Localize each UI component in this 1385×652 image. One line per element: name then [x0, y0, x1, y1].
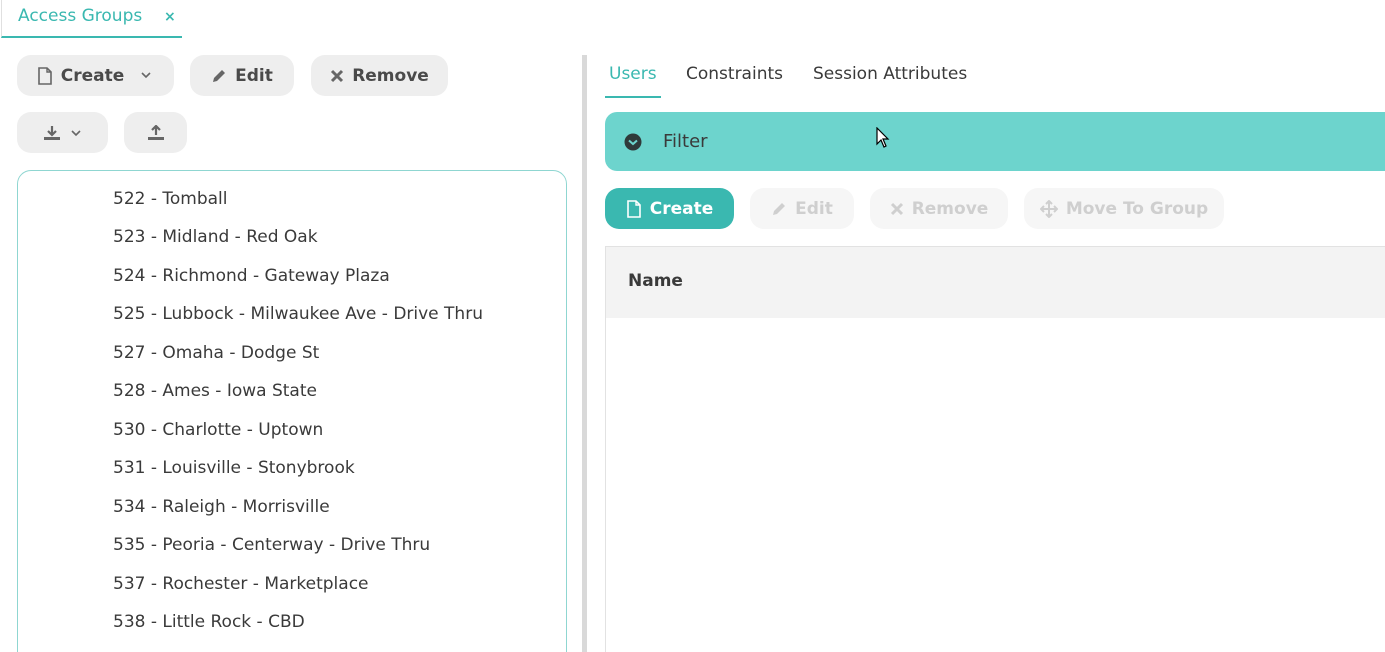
list-item[interactable]: 535 - Peoria - Centerway - Drive Thru: [113, 535, 430, 555]
download-dropdown-button[interactable]: [17, 112, 108, 153]
pencil-icon: [213, 69, 226, 82]
list-item[interactable]: 522 - Tomball: [113, 189, 228, 209]
file-icon: [626, 199, 641, 218]
list-item[interactable]: 523 - Midland - Red Oak: [113, 227, 318, 247]
move-arrows-icon: [1039, 199, 1058, 218]
remove-user-label: Remove: [911, 198, 989, 219]
edit-button[interactable]: Edit: [190, 55, 294, 96]
tab-constraints[interactable]: Constraints: [686, 64, 783, 84]
edit-user-button[interactable]: Edit: [750, 188, 854, 229]
upload-button[interactable]: [124, 112, 187, 153]
list-item[interactable]: 534 - Raleigh - Morrisville: [113, 497, 330, 517]
panel-splitter[interactable]: [582, 55, 587, 652]
remove-button[interactable]: Remove: [311, 55, 448, 96]
access-group-list[interactable]: 522 - Tomball 523 - Midland - Red Oak 52…: [17, 170, 567, 652]
pencil-icon: [773, 202, 786, 215]
create-button-label: Create: [60, 65, 125, 86]
list-item[interactable]: 527 - Omaha - Dodge St: [113, 343, 319, 363]
tab-access-groups[interactable]: Access Groups ×: [1, 0, 182, 38]
move-to-group-button[interactable]: Move To Group: [1024, 188, 1224, 229]
create-user-button[interactable]: Create: [605, 188, 734, 229]
tab-access-groups-label: Access Groups: [18, 6, 143, 26]
download-icon: [43, 125, 60, 140]
edit-user-label: Edit: [795, 198, 833, 219]
chevron-down-icon: [141, 71, 151, 78]
list-item[interactable]: 524 - Richmond - Gateway Plaza: [113, 266, 390, 286]
grid-header: Name: [606, 247, 1385, 318]
list-item[interactable]: 528 - Ames - Iowa State: [113, 381, 317, 401]
chevron-down-icon: [70, 129, 81, 136]
edit-button-label: Edit: [235, 65, 273, 86]
move-to-group-label: Move To Group: [1065, 198, 1209, 219]
create-dropdown-button[interactable]: Create: [17, 55, 174, 96]
users-grid[interactable]: Name: [605, 246, 1385, 652]
list-item[interactable]: 525 - Lubbock - Milwaukee Ave - Drive Th…: [113, 304, 483, 324]
list-item[interactable]: 537 - Rochester - Marketplace: [113, 574, 369, 594]
active-tab-indicator: [605, 96, 661, 98]
list-item[interactable]: 538 - Little Rock - CBD: [113, 612, 305, 632]
tab-session-attributes[interactable]: Session Attributes: [813, 64, 967, 84]
mouse-cursor-icon: [876, 127, 890, 148]
list-item[interactable]: 531 - Louisville - Stonybrook: [113, 458, 355, 478]
x-icon: [890, 202, 903, 215]
create-user-label: Create: [649, 198, 714, 219]
column-header-name[interactable]: Name: [628, 271, 683, 291]
filter-panel-toggle[interactable]: Filter: [605, 112, 1385, 171]
chevron-down-circle-icon: [624, 133, 642, 151]
close-tab-icon[interactable]: ×: [164, 9, 176, 25]
list-item[interactable]: 530 - Charlotte - Uptown: [113, 420, 323, 440]
file-icon: [37, 66, 52, 85]
filter-label: Filter: [663, 131, 708, 152]
remove-user-button[interactable]: Remove: [870, 188, 1008, 229]
tab-users[interactable]: Users: [609, 64, 657, 84]
remove-button-label: Remove: [352, 65, 429, 86]
upload-icon: [147, 124, 164, 140]
x-icon: [331, 69, 344, 82]
